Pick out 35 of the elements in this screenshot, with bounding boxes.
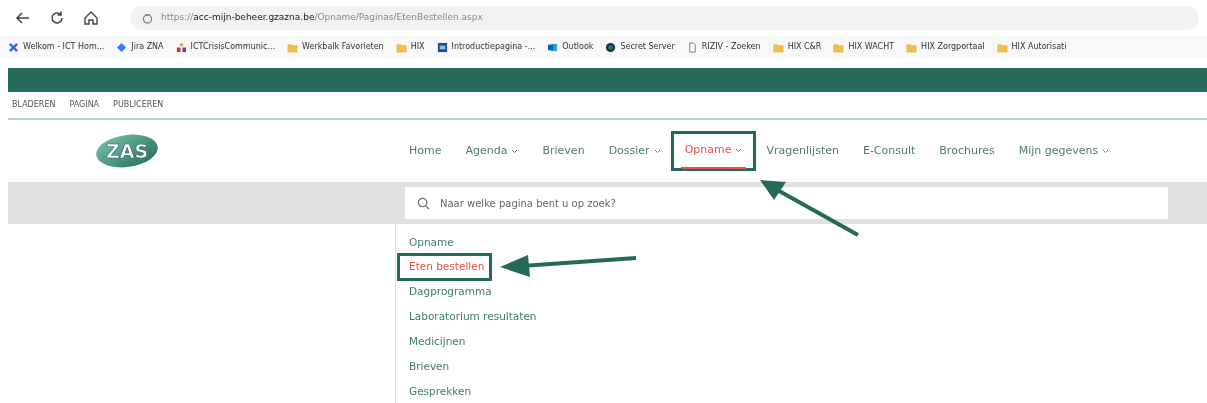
menu-item[interactable]: Medicijnen [396, 329, 472, 354]
bookmark-link[interactable]: Welkom - ICT Hom... [23, 41, 105, 53]
nav-link[interactable]: Home [397, 120, 454, 182]
bookmark-link[interactable]: HIX WACHT [848, 41, 895, 53]
bookmark-link[interactable]: Secret Server [620, 41, 675, 53]
nav-link[interactable]: Vragenlijsten [754, 120, 851, 182]
search-field[interactable]: Naar welke pagina bent u op zoek? [405, 187, 1168, 219]
bookmark-link[interactable]: Introductiepagina -... [451, 41, 536, 53]
bookmark-link[interactable]: HIX [410, 41, 425, 53]
menu-item[interactable]: Gesprekken [396, 379, 478, 403]
nav-link[interactable]: Brochures [927, 120, 1007, 182]
bookmark-link[interactable]: HIX Zorgportaal [921, 41, 985, 53]
address-bar[interactable]: https://acc-mijn-beheer.gzazna.be/Opname/Paginas/EtenBestellen.aspx [130, 6, 1199, 30]
ribbon-tab[interactable]: PUBLICEREN [113, 99, 164, 111]
bookmark-link[interactable]: ICTCrisisCommunic... [190, 41, 276, 53]
ribbon-tab[interactable]: PAGINA [69, 99, 100, 111]
menu-item[interactable]: Eten bestellen [399, 255, 491, 279]
nav-link[interactable]: Mijn gegevens [1006, 120, 1122, 182]
menu-item[interactable]: Laboratorium resultaten [396, 304, 543, 329]
bookmark-link[interactable]: Outlook [562, 41, 594, 53]
menu-item[interactable]: Brieven [396, 354, 456, 379]
nav-link[interactable]: Opname [672, 132, 755, 169]
bookmark-link[interactable]: Werkbalk Favorieten [302, 41, 384, 53]
nav-link[interactable]: E-Consult [850, 120, 928, 182]
nav-link[interactable]: Agenda [453, 120, 531, 182]
nav-link[interactable]: Brieven [530, 120, 597, 182]
bookmark-link[interactable]: HIX C&R [787, 41, 822, 53]
url-text: https://acc-mijn-beheer.gzazna.be/Opname/Paginas/EtenBestellen.aspx [161, 11, 483, 25]
bookmark-link[interactable]: Jira ZNA [131, 41, 164, 53]
bookmark-link[interactable]: HIX Autorisati [1011, 41, 1067, 53]
menu-item[interactable]: Opname [396, 230, 460, 255]
menu-item[interactable]: Dagprogramma [396, 279, 498, 304]
bookmark-link[interactable]: RIZIV - Zoeken [701, 41, 761, 53]
nav-link[interactable]: Dossier [596, 120, 673, 182]
ribbon-tab[interactable]: BLADEREN [12, 99, 56, 111]
